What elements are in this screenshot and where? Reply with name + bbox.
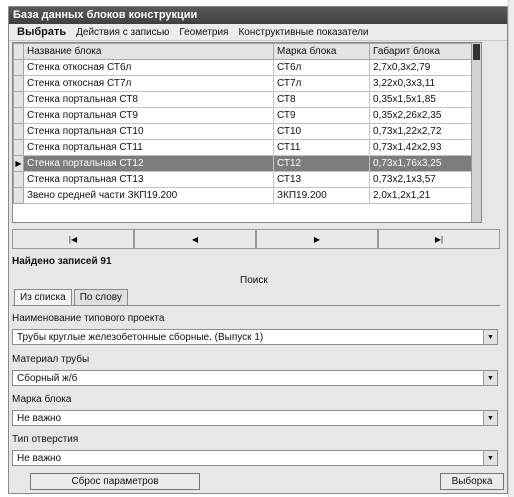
cell-block-mark[interactable]: СТ10 (273, 123, 370, 140)
cell-block-size[interactable]: 2,7x0,3x2,79 (369, 59, 474, 76)
blocks-table[interactable]: Название блока Марка блока Габарит блока… (12, 42, 482, 223)
cell-block-size[interactable]: 0,73x1,42x2,93 (369, 139, 474, 156)
cell-block-mark[interactable]: СТ11 (273, 139, 370, 156)
reset-parameters-button[interactable]: Сброс параметров (30, 473, 200, 490)
table-row[interactable]: Стенка откосная СТ6л СТ6л 2,7x0,3x2,79 (13, 59, 474, 76)
cell-block-name[interactable]: Стенка откосная СТ7л (23, 75, 274, 92)
cell-block-name[interactable]: Стенка портальная СТ12 (23, 155, 274, 172)
block-mark-select[interactable]: Не важно ▼ (12, 410, 498, 426)
record-navigator: |◀ ◀ ▶ ▶| (12, 229, 500, 249)
cell-block-name[interactable]: Стенка откосная СТ6л (23, 59, 274, 76)
table-scrollbar-thumb[interactable] (473, 44, 480, 60)
cell-block-size[interactable]: 0,73x1,22x2,72 (369, 123, 474, 140)
cell-block-size[interactable]: 0,35x1,5x1,85 (369, 91, 474, 108)
cell-block-name[interactable]: Стенка портальная СТ11 (23, 139, 274, 156)
records-found-label: Найдено записей 91 (12, 256, 112, 267)
cell-block-name[interactable]: Стенка портальная СТ8 (23, 91, 274, 108)
menu-structural-indicators[interactable]: Конструктивные показатели (233, 27, 373, 38)
row-indicator[interactable]: ▶ (13, 155, 24, 172)
cell-block-mark[interactable]: СТ9 (273, 107, 370, 124)
cell-block-mark[interactable]: ЗКП19.200 (273, 187, 370, 204)
select-button[interactable]: Выборка (440, 473, 504, 490)
page-scrollbar[interactable] (508, 0, 514, 497)
table-row[interactable]: Стенка портальная СТ9 СТ9 0,35x2,26x2,35 (13, 107, 474, 124)
column-header-mark[interactable]: Марка блока (273, 43, 370, 60)
row-indicator[interactable] (13, 187, 24, 204)
pipe-material-value: Сборный ж/б (17, 372, 78, 384)
search-tabs: Из списка По слову (14, 289, 130, 305)
cell-block-name[interactable]: Стенка портальная СТ13 (23, 171, 274, 188)
column-header-size[interactable]: Габарит блока (369, 43, 474, 60)
last-record-button[interactable]: ▶| (378, 229, 500, 249)
cell-block-size[interactable]: 0,73x2,1x3,57 (369, 171, 474, 188)
cell-block-name[interactable]: Звено средней части ЗКП19.200 (23, 187, 274, 204)
chevron-down-icon[interactable]: ▼ (483, 371, 497, 385)
table-row[interactable]: Стенка портальная СТ10 СТ10 0,73x1,22x2,72 (13, 123, 474, 140)
block-mark-label: Марка блока (12, 394, 72, 405)
table-scrollbar[interactable] (471, 43, 481, 222)
cell-block-mark[interactable]: СТ7л (273, 75, 370, 92)
cell-block-size[interactable]: 3,22x0,3x3,11 (369, 75, 474, 92)
search-caption: Поиск (240, 275, 268, 286)
table-row[interactable]: Стенка портальная СТ8 СТ8 0,35x1,5x1,85 (13, 91, 474, 108)
row-indicator[interactable] (13, 91, 24, 108)
column-header-name[interactable]: Название блока (23, 43, 274, 60)
cell-block-size[interactable]: 0,73x1,76x3,25 (369, 155, 474, 172)
pipe-material-select[interactable]: Сборный ж/б ▼ (12, 370, 498, 386)
cell-block-name[interactable]: Стенка портальная СТ10 (23, 123, 274, 140)
row-indicator[interactable] (13, 171, 24, 188)
opening-type-select[interactable]: Не важно ▼ (12, 450, 498, 466)
pipe-material-label: Материал трубы (12, 354, 90, 365)
row-indicator[interactable] (13, 59, 24, 76)
first-record-button[interactable]: |◀ (12, 229, 134, 249)
menu-select[interactable]: Выбрать (12, 26, 71, 38)
cell-block-mark[interactable]: СТ6л (273, 59, 370, 76)
menubar: Выбрать Действия с записью Геометрия Кон… (9, 24, 507, 41)
tab-from-list[interactable]: Из списка (14, 289, 72, 305)
project-name-label: Наименование типового проекта (12, 313, 165, 324)
table-row[interactable]: ▶ Стенка портальная СТ12 СТ12 0,73x1,76x3,2… (13, 155, 474, 172)
cell-block-mark[interactable]: СТ8 (273, 91, 370, 108)
table-row[interactable]: Звено средней части ЗКП19.200 ЗКП19.200 2,… (13, 187, 474, 204)
prev-record-button[interactable]: ◀ (134, 229, 256, 249)
chevron-down-icon[interactable]: ▼ (483, 330, 497, 344)
tab-by-word[interactable]: По слову (73, 289, 128, 305)
menu-geometry[interactable]: Геометрия (174, 27, 233, 38)
row-indicator[interactable] (13, 107, 24, 124)
opening-type-label: Тип отверстия (12, 434, 79, 445)
current-row-arrow-icon: ▶ (15, 159, 22, 168)
table-header-row: Название блока Марка блока Габарит блока (13, 43, 474, 60)
window-title: База данных блоков конструкции (9, 7, 507, 24)
project-name-value: Трубы круглые железобетонные сборные. (В… (17, 331, 264, 343)
block-mark-value: Не важно (17, 412, 62, 424)
cell-block-mark[interactable]: СТ13 (273, 171, 370, 188)
row-indicator[interactable] (13, 139, 24, 156)
cell-block-name[interactable]: Стенка портальная СТ9 (23, 107, 274, 124)
row-indicator[interactable] (13, 123, 24, 140)
table-row[interactable]: Стенка откосная СТ7л СТ7л 3,22x0,3x3,11 (13, 75, 474, 92)
cell-block-mark[interactable]: СТ12 (273, 155, 370, 172)
opening-type-value: Не важно (17, 452, 62, 464)
cell-block-size[interactable]: 2,0x1,2x1,21 (369, 187, 474, 204)
table-row[interactable]: Стенка портальная СТ13 СТ13 0,73x2,1x3,57 (13, 171, 474, 188)
menu-record-actions[interactable]: Действия с записью (71, 27, 174, 38)
cell-block-size[interactable]: 0,35x2,26x2,35 (369, 107, 474, 124)
row-indicator[interactable] (13, 75, 24, 92)
chevron-down-icon[interactable]: ▼ (483, 411, 497, 425)
next-record-button[interactable]: ▶ (256, 229, 378, 249)
table-row[interactable]: Стенка портальная СТ11 СТ11 0,73x1,42x2,93 (13, 139, 474, 156)
header-indicator (13, 43, 24, 60)
chevron-down-icon[interactable]: ▼ (483, 451, 497, 465)
project-name-select[interactable]: Трубы круглые железобетонные сборные. (В… (12, 329, 498, 345)
